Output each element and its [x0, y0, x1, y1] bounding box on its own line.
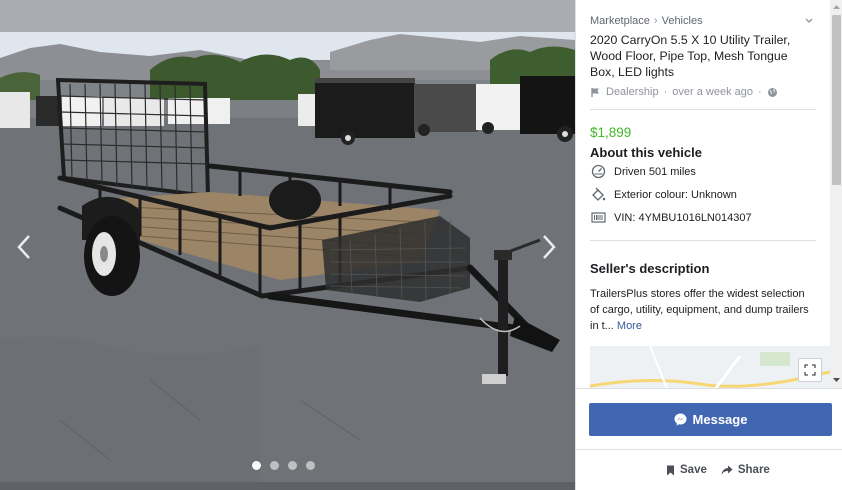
bookmark-icon	[667, 465, 674, 475]
about-vehicle-heading: About this vehicle	[590, 145, 702, 160]
expand-map-button[interactable]	[798, 358, 822, 382]
seller-type[interactable]: Dealership	[606, 86, 659, 98]
expand-icon	[804, 364, 816, 376]
action-footer: Message Save Share	[576, 388, 842, 490]
attribute-exterior-colour: Exterior colour: Unknown	[590, 183, 816, 206]
seller-description: TrailersPlus stores offer the widest sel…	[590, 286, 816, 334]
barcode-icon	[590, 210, 606, 226]
meta-separator: ·	[663, 86, 668, 98]
attribute-mileage: Driven 501 miles	[590, 160, 816, 183]
scroll-down-arrow-icon[interactable]	[833, 377, 840, 383]
save-button[interactable]: Save	[666, 464, 707, 476]
next-photo-button[interactable]	[533, 230, 563, 264]
secondary-actions: Save Share	[666, 464, 770, 476]
previous-photo-button[interactable]	[10, 230, 40, 264]
photo-dot-1[interactable]	[252, 461, 261, 470]
attribute-vin: VIN: 4YMBU1016LN014307	[590, 206, 816, 229]
message-button[interactable]: Message	[589, 403, 832, 436]
save-label: Save	[680, 464, 707, 476]
divider	[590, 240, 816, 241]
divider	[590, 109, 816, 110]
photo-dot-2[interactable]	[270, 461, 279, 470]
posted-time: over a week ago	[672, 86, 753, 98]
share-button[interactable]: Share	[721, 464, 770, 476]
flag-icon	[591, 87, 599, 97]
share-label: Share	[737, 464, 770, 476]
listing-details-panel: Marketplace › Vehicles 2020 CarryOn 5.5 …	[575, 0, 842, 490]
breadcrumb-separator: ›	[653, 15, 658, 27]
location-map[interactable]	[590, 346, 830, 388]
details-scroll-area[interactable]: Marketplace › Vehicles 2020 CarryOn 5.5 …	[576, 0, 830, 388]
photo-dot-3[interactable]	[288, 461, 297, 470]
listing-meta: Dealership · over a week ago ·	[590, 86, 816, 98]
breadcrumb: Marketplace › Vehicles	[590, 15, 816, 27]
seller-description-heading: Seller's description	[590, 261, 710, 276]
globe-icon	[767, 87, 777, 97]
listing-title: 2020 CarryOn 5.5 X 10 Utility Trailer, W…	[590, 33, 791, 79]
scroll-up-arrow-icon[interactable]	[833, 4, 840, 10]
attribute-text: Exterior colour: Unknown	[614, 188, 737, 201]
map-image	[590, 346, 830, 388]
divider	[576, 449, 842, 450]
photo-dot-4[interactable]	[306, 461, 315, 470]
paint-bucket-icon	[590, 187, 606, 203]
more-link[interactable]: More	[617, 320, 642, 332]
details-scrollbar[interactable]	[830, 0, 842, 388]
trailer-photo-image	[0, 0, 575, 490]
listing-photo[interactable]	[0, 0, 575, 490]
scrollbar-thumb[interactable]	[832, 15, 841, 185]
chevron-left-icon	[17, 235, 30, 259]
messenger-icon	[674, 413, 687, 426]
photo-bottom-strip	[0, 482, 575, 490]
chevron-right-icon	[543, 235, 556, 259]
share-arrow-icon	[721, 465, 733, 475]
message-button-label: Message	[692, 412, 748, 427]
attribute-text: VIN: 4YMBU1016LN014307	[614, 211, 752, 224]
breadcrumb-marketplace[interactable]: Marketplace	[590, 15, 650, 27]
attribute-text: Driven 501 miles	[614, 165, 696, 178]
photo-pagination	[252, 461, 315, 470]
listing-price: $1,899	[590, 125, 632, 140]
speedometer-icon	[590, 164, 606, 180]
meta-separator: ·	[757, 86, 762, 98]
breadcrumb-vehicles[interactable]: Vehicles	[662, 15, 703, 27]
chevron-down-icon[interactable]	[804, 16, 814, 26]
